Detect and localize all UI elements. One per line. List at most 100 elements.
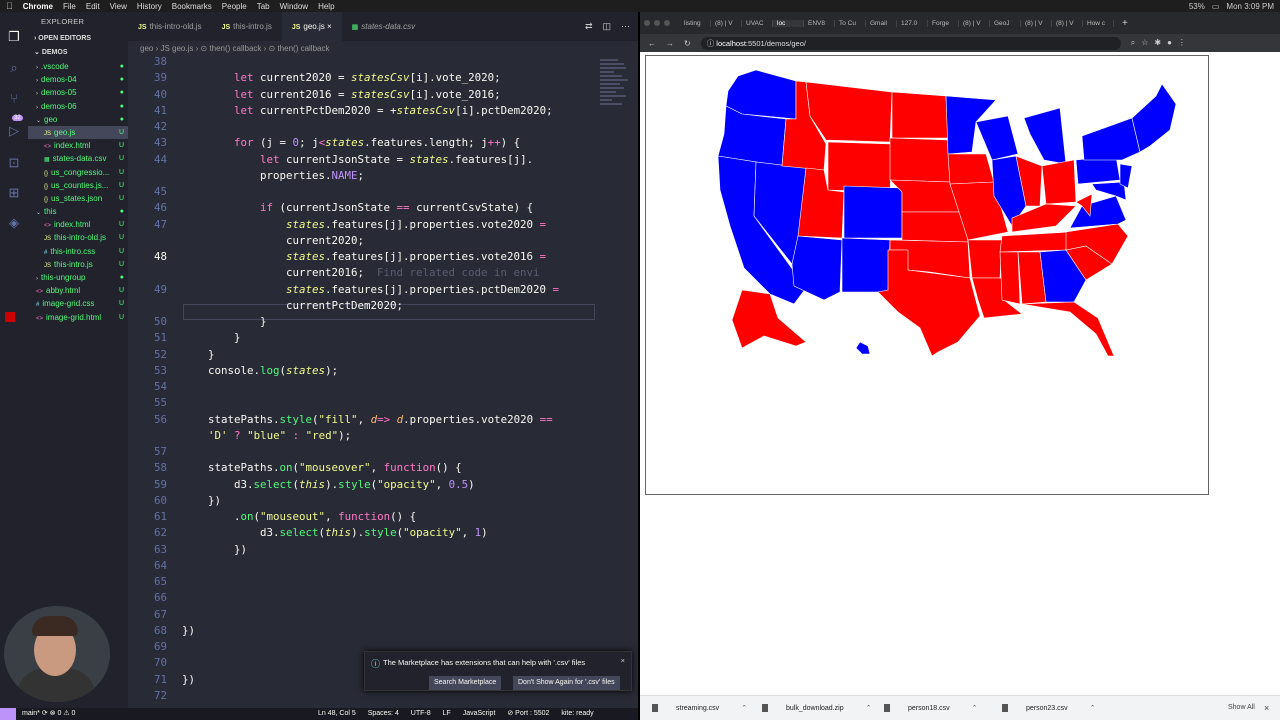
code-line[interactable]: 45	[128, 184, 598, 200]
tree-item[interactable]: <> image-grid.html U	[28, 311, 128, 324]
tree-item[interactable]: › demos-05 ●	[28, 86, 128, 99]
code-line[interactable]: 67	[128, 607, 598, 623]
encoding[interactable]: UTF-8	[411, 710, 431, 717]
live-server-port[interactable]: ⊘ Port : 5502	[507, 710, 549, 717]
browser-tab[interactable]: GeoJ	[990, 19, 1021, 27]
state-new-york[interactable]	[1081, 117, 1141, 161]
more-actions-icon[interactable]: ⋯	[621, 12, 630, 41]
browser-tab[interactable]: (8) | V	[711, 19, 742, 27]
code-line[interactable]: current2016; Find related code in envi	[128, 265, 598, 281]
menu-bookmarks[interactable]: Bookmarks	[172, 2, 212, 11]
tree-item[interactable]: JS geo.js U	[28, 125, 128, 140]
code-line[interactable]: 38	[128, 57, 598, 70]
tree-item[interactable]: <> index.html U	[28, 139, 128, 152]
reload-icon[interactable]: ↻	[684, 39, 691, 48]
minimize-window-icon[interactable]	[654, 20, 660, 26]
code-line[interactable]: 62 d3.select(this).style("opacity", 1)	[128, 525, 598, 541]
browser-tab[interactable]: To Cu	[835, 19, 866, 27]
tree-item[interactable]: JS this-intro.js U	[28, 258, 128, 271]
state-iowa[interactable]	[947, 153, 995, 185]
tree-item[interactable]: ▦ states-data.csv U	[28, 152, 128, 165]
tab-close-icon[interactable]: ×	[327, 22, 332, 31]
browser-tab[interactable]: (8) | V	[1021, 19, 1052, 27]
code-line[interactable]: 51 }	[128, 330, 598, 346]
chevron-up-icon[interactable]: ⌃	[1090, 705, 1096, 712]
zoom-window-icon[interactable]	[664, 20, 670, 26]
state-mississippi[interactable]	[999, 251, 1021, 305]
state-hawaii[interactable]	[855, 341, 871, 355]
close-icon[interactable]: ×	[621, 656, 625, 665]
state-arkansas[interactable]	[967, 239, 1003, 279]
menu-view[interactable]: View	[110, 2, 127, 11]
extensions-icon[interactable]: ✱	[1154, 38, 1161, 48]
download-item[interactable]: streaming.csv ⌃	[652, 704, 747, 713]
profile-avatar-icon[interactable]: ●	[1167, 38, 1172, 48]
browser-tab[interactable]: 127.0	[897, 19, 928, 27]
back-icon[interactable]: ←	[648, 39, 656, 48]
menu-app-name[interactable]: Chrome	[23, 2, 53, 11]
tab-states-data-csv[interactable]: ▦ states-data.csv	[342, 12, 425, 41]
tree-item[interactable]: <> index.html U	[28, 218, 128, 231]
code-line[interactable]: 40 let current2016 = statesCsv[i].vote_2…	[128, 87, 598, 103]
menu-edit[interactable]: Edit	[86, 2, 100, 11]
tree-item[interactable]: # this-intro.css U	[28, 245, 128, 258]
code-line[interactable]: 63 })	[128, 542, 598, 558]
code-editor[interactable]: 38 39 let current2020 = statesCsv[i].vote…	[128, 57, 598, 707]
code-line[interactable]: 68})	[128, 623, 598, 639]
code-line[interactable]: 60 })	[128, 493, 598, 509]
state-new-england[interactable]	[1131, 83, 1177, 153]
code-line[interactable]: 39 let current2020 = statesCsv[i].vote_2…	[128, 70, 598, 86]
state-florida[interactable]	[1021, 301, 1115, 357]
menu-tab[interactable]: Tab	[257, 2, 270, 11]
chrome-menu-icon[interactable]: ⋮	[1178, 38, 1186, 48]
code-line[interactable]: 'D' ? "blue" : "red");	[128, 428, 598, 444]
bookmark-star-icon[interactable]: ☆	[1141, 38, 1148, 48]
code-line[interactable]: 46 if (currentJsonState == currentCsvSta…	[128, 200, 598, 216]
state-kansas[interactable]	[901, 211, 969, 243]
show-all-downloads-button[interactable]: Show All	[1228, 704, 1255, 711]
download-item[interactable]: person18.csv ⌃	[884, 704, 978, 713]
tab-geo-js[interactable]: JS geo.js ×	[281, 12, 342, 41]
state-wisconsin[interactable]	[975, 115, 1019, 161]
tree-item[interactable]: # image-grid.css U	[28, 297, 128, 310]
tree-item[interactable]: ⌄ geo ●	[28, 113, 128, 126]
state-new-jersey[interactable]	[1119, 163, 1133, 189]
code-line[interactable]: 54	[128, 379, 598, 395]
download-item[interactable]: bulk_download.zip ⌃	[762, 704, 871, 713]
code-line[interactable]: current2020;	[128, 233, 598, 249]
tree-item[interactable]: ⌄ this ●	[28, 205, 128, 218]
browser-tab[interactable]: Gmail	[866, 19, 897, 27]
minimap[interactable]	[598, 57, 632, 137]
source-control-icon[interactable]: ⑂	[5, 90, 23, 108]
forward-icon[interactable]: →	[666, 39, 674, 48]
download-item[interactable]: person23.csv ⌃	[1002, 704, 1096, 713]
state-tennessee[interactable]	[999, 231, 1071, 253]
menu-window[interactable]: Window	[280, 2, 308, 11]
cursor-position[interactable]: Ln 48, Col 5	[318, 710, 356, 717]
chevron-up-icon[interactable]: ⌃	[741, 705, 747, 712]
split-editor-icon[interactable]: ◫	[602, 12, 611, 41]
state-south-dakota[interactable]	[889, 137, 951, 183]
branch-status[interactable]: main*	[22, 710, 40, 717]
tree-item[interactable]: <> abby.html U	[28, 284, 128, 297]
code-line[interactable]: 43 for (j = 0; j<states.features.length;…	[128, 135, 598, 151]
problems-status[interactable]: ⟳ ⊗ 0 ⚠ 0	[42, 710, 76, 717]
state-new-mexico[interactable]	[841, 237, 891, 293]
tree-item[interactable]: › demos-06 ●	[28, 100, 128, 113]
code-line[interactable]: 48 states.features[j].properties.vote201…	[128, 249, 598, 265]
battery-icon[interactable]: ▭	[1212, 2, 1220, 11]
code-line[interactable]: 50 }	[128, 314, 598, 330]
browser-tab[interactable]: loc	[773, 19, 804, 27]
code-line[interactable]: 42	[128, 119, 598, 135]
close-window-icon[interactable]	[644, 20, 650, 26]
code-line[interactable]: 65	[128, 574, 598, 590]
browser-tab[interactable]: How c	[1083, 19, 1114, 27]
address-bar[interactable]: ⓘ localhost:5501/demos/geo/	[700, 36, 1121, 50]
code-line[interactable]: 53 console.log(states);	[128, 363, 598, 379]
browser-tab[interactable]: UVAC	[742, 19, 773, 27]
code-line[interactable]: 52 }	[128, 347, 598, 363]
indentation[interactable]: Spaces: 4	[368, 710, 399, 717]
tab-this-intro[interactable]: JS this-intro.js	[212, 12, 282, 41]
tree-item[interactable]: {} us_states.json U	[28, 192, 128, 205]
browser-tab[interactable]: (8) | V	[959, 19, 990, 27]
